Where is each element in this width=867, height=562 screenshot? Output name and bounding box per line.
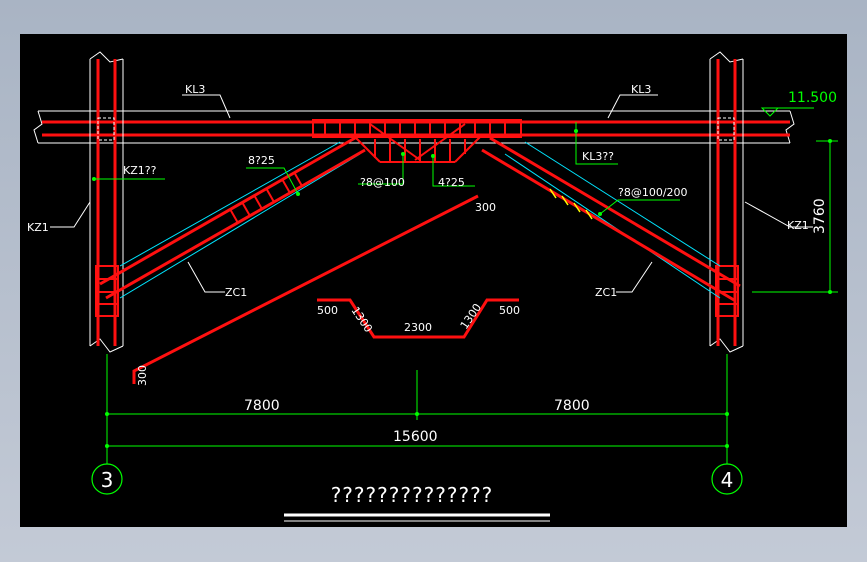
dim-span-left: 7800 [244, 398, 280, 414]
label-kl3-under: KL3?? [582, 150, 614, 163]
column-kz1-right [709, 51, 744, 353]
span-dimensions: 7800 7800 15600 [105, 354, 729, 464]
bar-seg-500-left: 500 [317, 304, 338, 317]
axis-3: 3 [91, 463, 123, 495]
label-kz1-right: KZ1 [787, 219, 809, 232]
bar-seg-300-bottom: 300 [136, 365, 149, 386]
label-kz1-q: KZ1?? [123, 164, 157, 177]
axis-label-4: 4 [721, 468, 734, 492]
axis-label-3: 3 [101, 468, 114, 492]
bar-seg-500-right: 500 [499, 304, 520, 317]
bent-bar-diagonal: 300 300 [132, 194, 496, 386]
label-bars-4-25: 4?25 [438, 176, 465, 189]
bar-seg-300-top: 300 [475, 201, 496, 214]
bar-seg-2300: 2300 [404, 321, 432, 334]
label-kl3-left: KL3 [185, 83, 205, 96]
height-dim-value: 3760 [812, 198, 828, 234]
label-bars-8-25: 8?25 [248, 154, 275, 167]
bar-seg-1300-right: 1300 [458, 301, 484, 331]
height-dimension: 3760 [752, 139, 838, 294]
axis-4: 4 [711, 463, 743, 495]
dim-span-total: 15600 [393, 429, 438, 445]
dim-span-right: 7800 [554, 398, 590, 414]
label-stirrup-right: ?8@100/200 [618, 186, 688, 199]
title-text: ?????????????? [331, 483, 494, 507]
drawing-canvas: 300 300 500 1300 2300 1300 500 KL3 KL3 K… [20, 34, 847, 527]
label-zc1-left: ZC1 [225, 286, 247, 299]
column-kz1-left [89, 51, 124, 353]
label-kz1-left: KZ1 [27, 221, 49, 234]
label-zc1-right: ZC1 [595, 286, 617, 299]
drawing-title: ?????????????? [284, 483, 550, 522]
structural-drawing: 300 300 500 1300 2300 1300 500 KL3 KL3 K… [27, 51, 838, 522]
elevation-value: 11.500 [788, 90, 837, 106]
label-kl3-right: KL3 [631, 83, 651, 96]
bar-shape-detail: 500 1300 2300 1300 500 [317, 298, 520, 339]
label-stirrup-center: ?8@100 [360, 176, 405, 189]
